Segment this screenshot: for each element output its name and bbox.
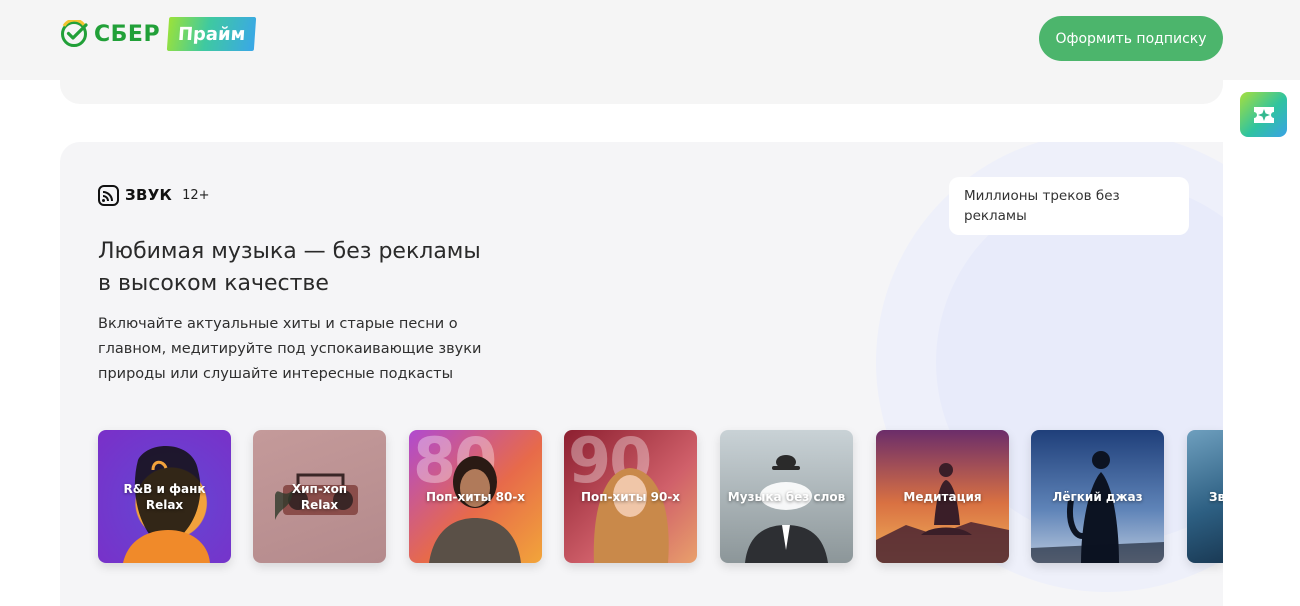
brand-name: ЗВУК <box>125 186 173 204</box>
tile-label-line-2: Relax <box>145 497 184 512</box>
playlist-tile-rnb[interactable]: R&B и фанк Relax <box>98 430 231 563</box>
tile-label-line-1: Зв <box>1209 489 1223 504</box>
tile-label: Лёгкий джаз <box>1031 489 1164 505</box>
service-description: Включайте актуальные хиты и старые песни… <box>98 316 482 382</box>
tile-label-line-1: Медитация <box>903 489 982 504</box>
sber-prime-logo[interactable]: СБЕР Прайм <box>60 16 257 52</box>
playlist-tile-80s[interactable]: 80 Поп-хиты 80-х <box>409 430 542 563</box>
playlist-tile-hiphop[interactable]: Хип-хоп Relax <box>253 430 386 563</box>
service-brand: ЗВУК 12+ <box>98 184 210 206</box>
playlist-carousel: R&B и фанк Relax Хип-хоп Relax 80 Поп-хи… <box>98 430 1223 564</box>
page: СБЕР Прайм Оформить подписку ЗВУК 12+ Лю… <box>0 0 1300 606</box>
tile-label-line-1: Поп-хиты 90-х <box>580 489 681 504</box>
sber-check-icon <box>61 20 88 47</box>
tile-label: Музыка без слов <box>720 489 853 505</box>
previous-card-edge <box>60 80 1223 104</box>
tile-label-line-1: R&B и фанк <box>123 481 206 496</box>
site-header: СБЕР Прайм Оформить подписку <box>0 0 1300 80</box>
tile-label: Зв <box>1187 489 1223 505</box>
feature-chip: Миллионы треков без рекламы <box>949 177 1189 235</box>
title-line-1: Любимая музыка — без рекламы <box>98 239 481 264</box>
playlist-tile-instrumental[interactable]: Музыка без слов <box>720 430 853 563</box>
tile-label: Поп-хиты 90-х <box>564 489 697 505</box>
playlist-tile-jazz[interactable]: Лёгкий джаз <box>1031 430 1164 563</box>
playlist-tile-90s[interactable]: 90 Поп-хиты 90-х <box>564 430 697 563</box>
tile-label-line-1: Хип-хоп <box>291 481 348 496</box>
tile-label: Медитация <box>876 489 1009 505</box>
zvuk-service-card: ЗВУК 12+ Любимая музыка — без рекламы в … <box>60 142 1223 606</box>
tile-label: Поп-хиты 80-х <box>409 489 542 505</box>
playlist-tile-partial[interactable]: Зв <box>1187 430 1223 563</box>
zvuk-logo-icon <box>98 184 119 206</box>
service-title: Любимая музыка — без рекламы в высоком к… <box>98 236 538 300</box>
playlist-tile-meditation[interactable]: Медитация <box>876 430 1009 563</box>
prime-badge: Прайм <box>166 17 257 51</box>
tile-label-line-1: Лёгкий джаз <box>1052 489 1143 504</box>
tile-label-line-2: Relax <box>300 497 339 512</box>
subscribe-button[interactable]: Оформить подписку <box>1039 16 1223 61</box>
sparkle-ticket-icon <box>1253 106 1274 123</box>
side-widget-button[interactable] <box>1240 92 1287 137</box>
tile-label: Хип-хоп Relax <box>253 481 386 513</box>
logo-text: СБЕР <box>94 21 161 47</box>
title-line-2: в высоком качестве <box>98 271 329 296</box>
tile-label-line-1: Поп-хиты 80-х <box>425 489 526 504</box>
tile-label-line-1: Музыка без слов <box>727 489 846 504</box>
age-rating: 12+ <box>182 187 210 203</box>
tile-label: R&B и фанк Relax <box>98 481 231 513</box>
